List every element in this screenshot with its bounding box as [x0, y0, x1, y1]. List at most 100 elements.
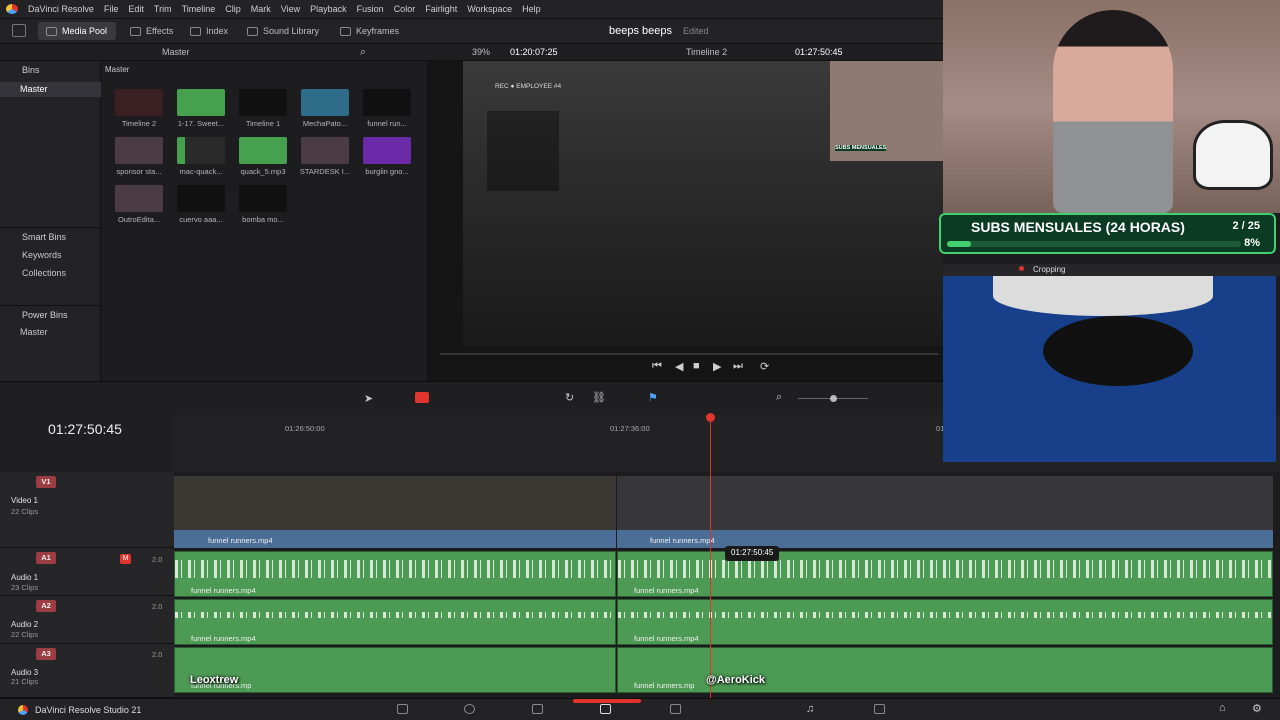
- clip-title: funnel runners.mp4: [634, 586, 699, 595]
- zoom-slider-handle[interactable]: [830, 395, 837, 402]
- audio-clip-a3[interactable]: funnel runners.mp: [617, 647, 1273, 693]
- color-page-icon[interactable]: [670, 704, 681, 714]
- track-clip-count: 22 Clips: [11, 630, 39, 639]
- track-badge[interactable]: A2: [36, 600, 56, 612]
- fusion-page-icon[interactable]: [600, 704, 611, 714]
- loop-icon[interactable]: ⟳: [760, 360, 769, 373]
- viewer-scrubber[interactable]: [440, 353, 939, 355]
- clip-thumb-stardesk[interactable]: [301, 137, 349, 164]
- audio-clip-a1[interactable]: funnel runners.mp4: [174, 551, 616, 597]
- sound-library-label: Sound Library: [263, 26, 320, 36]
- go-to-start-icon[interactable]: ⏮: [652, 360, 662, 373]
- audio-clip-a1[interactable]: funnel runners.mp4: [617, 551, 1273, 597]
- menu-timeline[interactable]: Timeline: [182, 4, 216, 14]
- menu-fusion[interactable]: Fusion: [357, 4, 384, 14]
- clip-thumb-timeline-1[interactable]: [239, 89, 287, 116]
- track-name: Audio 3: [11, 668, 39, 677]
- menu-workspace[interactable]: Workspace: [467, 4, 512, 14]
- clip-thumb-audio[interactable]: [177, 89, 225, 116]
- menu-fairlight[interactable]: Fairlight: [425, 4, 457, 14]
- power-bin-master[interactable]: Master: [0, 325, 101, 340]
- viewer-zoom[interactable]: 39%: [472, 47, 490, 57]
- linked-selection-icon[interactable]: ⛓: [592, 391, 606, 404]
- cropping-bar: Cropping: [943, 264, 1280, 276]
- go-to-end-icon[interactable]: ⏭: [733, 360, 743, 373]
- track-badge[interactable]: V1: [36, 476, 56, 488]
- menu-trim[interactable]: Trim: [154, 4, 172, 14]
- audio-waveform: [175, 560, 615, 578]
- cat-camera: [943, 276, 1276, 462]
- clip-thumb-cuervo[interactable]: [177, 185, 225, 212]
- fairlight-page-icon[interactable]: ♫: [806, 703, 814, 715]
- clip-label: mac-quack...: [179, 167, 223, 176]
- clip-thumb-sponsor[interactable]: [115, 137, 163, 164]
- bin-master[interactable]: Master: [0, 82, 101, 97]
- app-menu[interactable]: DaVinci Resolve: [28, 4, 94, 14]
- play-icon[interactable]: ▶: [713, 360, 721, 373]
- playhead[interactable]: [710, 415, 711, 698]
- clip-thumb-burglin[interactable]: [363, 137, 411, 164]
- stop-icon[interactable]: ■: [693, 360, 700, 372]
- menu-color[interactable]: Color: [394, 4, 416, 14]
- search-icon[interactable]: ⌕: [360, 46, 366, 59]
- audio-clip-a2[interactable]: funnel runners.mp4: [174, 599, 616, 645]
- video-clip[interactable]: funnel runners.mp4: [174, 476, 616, 548]
- keyframes-button[interactable]: Keyframes: [340, 26, 399, 37]
- keyframes-icon: [340, 27, 351, 37]
- smart-bin-keywords[interactable]: Keywords: [0, 248, 101, 263]
- timeline-timecode[interactable]: 01:27:50:45: [48, 421, 122, 437]
- menu-file[interactable]: File: [104, 4, 119, 14]
- clip-label: funnel run...: [367, 119, 407, 128]
- menu-edit[interactable]: Edit: [128, 4, 144, 14]
- edit-page-icon[interactable]: [532, 704, 543, 714]
- sound-library-button[interactable]: Sound Library: [247, 26, 320, 37]
- selection-tool-icon[interactable]: ➤: [364, 392, 373, 405]
- clip-thumb-quack5[interactable]: [239, 137, 287, 164]
- flag-icon[interactable]: ⚑: [648, 391, 658, 404]
- clip-thumb-outro[interactable]: [115, 185, 163, 212]
- cut-page-icon[interactable]: [464, 704, 475, 714]
- workspace-toggle-icon[interactable]: [12, 24, 26, 37]
- clip-thumb-mechapato[interactable]: [301, 89, 349, 116]
- resolve-logo-icon: [18, 705, 28, 715]
- audio-clip-a2[interactable]: funnel runners.mp4: [617, 599, 1273, 645]
- clip-thumb-bomba[interactable]: [239, 185, 287, 212]
- ruler-mark: 01:27:36:00: [610, 424, 650, 433]
- mute-icon[interactable]: M: [120, 554, 131, 564]
- home-icon[interactable]: ⌂: [1219, 702, 1226, 714]
- deliver-page-icon[interactable]: [874, 704, 885, 714]
- effects-button[interactable]: Effects: [130, 26, 173, 37]
- track-level: 2.0: [152, 602, 163, 611]
- settings-gear-icon[interactable]: ⚙: [1252, 702, 1262, 715]
- track-name: Audio 1: [11, 573, 39, 582]
- timeline-selector[interactable]: Timeline 2: [686, 47, 727, 57]
- snapping-icon[interactable]: ↻: [565, 391, 574, 404]
- audio-clip-a3[interactable]: funnel runners.mp: [174, 647, 616, 693]
- subs-goal-count: 2 / 25: [1232, 220, 1260, 232]
- menu-mark[interactable]: Mark: [251, 4, 271, 14]
- menu-clip[interactable]: Clip: [225, 4, 241, 14]
- play-reverse-icon[interactable]: ◀: [675, 360, 683, 373]
- smart-bin-collections[interactable]: Collections: [0, 266, 101, 281]
- playhead-handle[interactable]: [706, 413, 715, 422]
- zoom-icon[interactable]: ⌕: [776, 391, 782, 404]
- menu-playback[interactable]: Playback: [310, 4, 347, 14]
- index-button[interactable]: Index: [190, 26, 228, 37]
- media-pool-button[interactable]: Media Pool: [46, 26, 107, 37]
- menu-help[interactable]: Help: [522, 4, 541, 14]
- track-header-v1: V1 Video 1 22 Clips: [0, 472, 174, 548]
- clip-thumb-timeline-2[interactable]: [115, 89, 163, 116]
- video-clip[interactable]: funnel runners.mp4: [617, 476, 1273, 548]
- clip-label: OutroEdita...: [117, 215, 161, 224]
- track-badge[interactable]: A1: [36, 552, 56, 564]
- media-page-icon[interactable]: [397, 704, 408, 714]
- playhead-tooltip: 01:27:50:45: [725, 546, 780, 561]
- top-toolbar: Media Pool Effects Index Sound Library K…: [0, 19, 943, 44]
- track-badge[interactable]: A3: [36, 648, 56, 660]
- clip-thumb-funnel[interactable]: [363, 89, 411, 116]
- menu-view[interactable]: View: [281, 4, 300, 14]
- clip-thumb-mac-quack[interactable]: [177, 137, 225, 164]
- blade-tool-icon[interactable]: [415, 392, 429, 403]
- clip-label: cuervo aaa...: [179, 215, 223, 224]
- timeline-viewer[interactable]: REC ● EMPLOYEE #4 SUBS MENSUALES ⏮ ◀ ■ ▶…: [427, 61, 943, 381]
